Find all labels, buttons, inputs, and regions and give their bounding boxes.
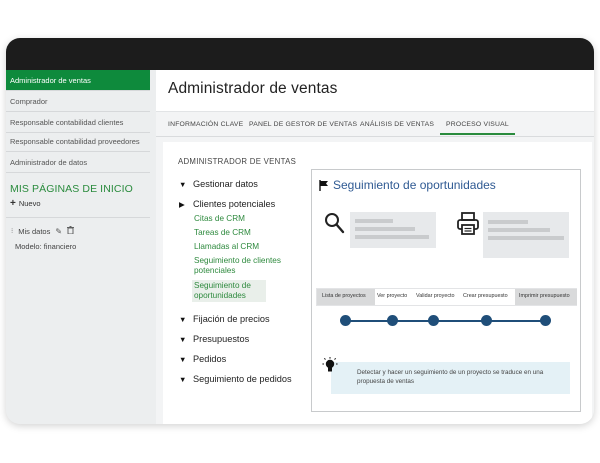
tip-text: Detectar y hacer un seguimiento de un pr… bbox=[357, 369, 544, 385]
lightbulb-icon bbox=[322, 357, 338, 372]
trash-icon[interactable] bbox=[67, 226, 75, 236]
tab-informacion-clave[interactable]: INFORMACIÓN CLAVE bbox=[168, 121, 243, 133]
tree-item-label: Gestionar datos bbox=[193, 179, 258, 189]
tree-item-gestionar-datos[interactable]: ▼ Gestionar datos bbox=[179, 177, 309, 191]
search-icon[interactable] bbox=[324, 212, 346, 236]
search-placeholder-card bbox=[350, 212, 436, 248]
page-title: Administrador de ventas bbox=[168, 80, 338, 97]
process-steps-bar: Lista de proyectos Ver proyecto Validar … bbox=[316, 288, 577, 306]
visual-header: Seguimiento de oportunidades bbox=[319, 178, 496, 192]
flag-icon bbox=[319, 179, 328, 191]
sidebar-item-administrador-ventas[interactable]: Administrador de ventas bbox=[6, 70, 150, 91]
sidebar-divider bbox=[6, 217, 150, 218]
app-window: Administrador de ventas Comprador Respon… bbox=[6, 38, 594, 424]
timeline-node[interactable] bbox=[387, 315, 398, 326]
print-placeholder-card bbox=[483, 212, 569, 258]
link-citas-crm[interactable]: Citas de CRM bbox=[194, 214, 309, 224]
tree-item-label: Clientes potenciales bbox=[193, 199, 276, 209]
caret-down-icon: ▼ bbox=[179, 179, 187, 189]
new-page-label: Nuevo bbox=[18, 199, 41, 208]
panel-title: ADMINISTRADOR DE VENTAS bbox=[178, 157, 297, 166]
model-label: Modelo: financiero bbox=[15, 242, 77, 251]
tip-box: Detectar y hacer un seguimiento de un pr… bbox=[331, 362, 570, 394]
link-llamadas-crm[interactable]: Llamadas al CRM bbox=[194, 242, 309, 252]
caret-down-icon: ▼ bbox=[179, 374, 187, 384]
step-validar-proyecto[interactable]: Validar proyecto bbox=[416, 293, 455, 299]
top-bar bbox=[6, 38, 594, 70]
timeline-node[interactable] bbox=[428, 315, 439, 326]
tree-item-label: Seguimiento de pedidos bbox=[193, 374, 292, 384]
timeline-node[interactable] bbox=[481, 315, 492, 326]
sidebar-item-contabilidad-proveedores[interactable]: Responsable contabilidad proveedores bbox=[6, 133, 150, 152]
tree-item-seguimiento-pedidos[interactable]: ▼ Seguimiento de pedidos bbox=[179, 372, 309, 386]
tree-item-label: Presupuestos bbox=[193, 334, 250, 344]
step-lista-proyectos[interactable]: Lista de proyectos bbox=[322, 293, 366, 299]
sidebar-item-contabilidad-clientes[interactable]: Responsable contabilidad clientes bbox=[6, 112, 150, 133]
content-panel: ADMINISTRADOR DE VENTAS ▼ Gestionar dato… bbox=[163, 142, 592, 424]
caret-down-icon: ▼ bbox=[179, 314, 187, 324]
my-data-label: Mis datos bbox=[18, 226, 51, 236]
timeline-node[interactable] bbox=[540, 315, 551, 326]
caret-down-icon: ▼ bbox=[179, 334, 187, 344]
visual-title: Seguimiento de oportunidades bbox=[333, 178, 496, 192]
link-tareas-crm[interactable]: Tareas de CRM bbox=[194, 228, 309, 238]
sidebar-item-administrador-datos[interactable]: Administrador de datos bbox=[6, 152, 150, 173]
drag-handle-icon[interactable]: ⁝ bbox=[11, 227, 13, 235]
edit-icon[interactable]: ✎ bbox=[55, 227, 62, 236]
caret-right-icon: ▶ bbox=[179, 199, 185, 209]
tree-item-label: Fijación de precios bbox=[193, 314, 270, 324]
step-crear-presupuesto[interactable]: Crear presupuesto bbox=[463, 293, 508, 299]
tree-item-presupuestos[interactable]: ▼ Presupuestos bbox=[179, 332, 309, 346]
printer-icon[interactable] bbox=[456, 212, 480, 236]
link-seguimiento-oportunidades[interactable]: Seguimiento de oportunidades bbox=[192, 280, 266, 302]
my-data-item[interactable]: ⁝ Mis datos ✎ bbox=[11, 226, 150, 236]
step-ver-proyecto[interactable]: Ver proyecto bbox=[377, 293, 407, 299]
tree-item-pedidos[interactable]: ▼ Pedidos bbox=[179, 352, 309, 366]
sidebar: Administrador de ventas Comprador Respon… bbox=[6, 70, 150, 424]
navigation-tree: ▼ Gestionar datos ▶ Clientes potenciales… bbox=[179, 177, 309, 392]
new-page-button[interactable]: + Nuevo bbox=[10, 197, 150, 209]
process-timeline bbox=[346, 320, 546, 322]
tree-item-label: Pedidos bbox=[193, 354, 227, 364]
tab-proceso-visual[interactable]: PROCESO VISUAL bbox=[440, 121, 515, 135]
caret-down-icon: ▼ bbox=[179, 354, 187, 364]
page-header: Administrador de ventas bbox=[156, 70, 594, 112]
plus-icon: + bbox=[10, 197, 16, 209]
step-imprimir-presupuesto[interactable]: Imprimir presupuesto bbox=[519, 293, 570, 299]
tree-item-clientes-potenciales[interactable]: ▶ Clientes potenciales bbox=[179, 197, 309, 211]
link-seguimiento-clientes[interactable]: Seguimiento de clientes potenciales bbox=[194, 256, 284, 276]
sidebar-item-comprador[interactable]: Comprador bbox=[6, 91, 150, 112]
tab-panel-gestor-ventas[interactable]: PANEL DE GESTOR DE VENTAS bbox=[249, 121, 357, 133]
visual-process-card: Seguimiento de oportunidades Lista de pr… bbox=[311, 169, 581, 412]
my-pages-title: MIS PÁGINAS DE INICIO bbox=[10, 183, 133, 195]
tree-item-fijacion-precios[interactable]: ▼ Fijación de precios bbox=[179, 312, 309, 326]
tab-analisis-ventas[interactable]: ANÁLISIS DE VENTAS bbox=[360, 121, 434, 133]
tab-bar: INFORMACIÓN CLAVE PANEL DE GESTOR DE VEN… bbox=[156, 117, 594, 137]
timeline-node[interactable] bbox=[340, 315, 351, 326]
main-area: Administrador de ventas INFORMACIÓN CLAV… bbox=[156, 70, 594, 424]
